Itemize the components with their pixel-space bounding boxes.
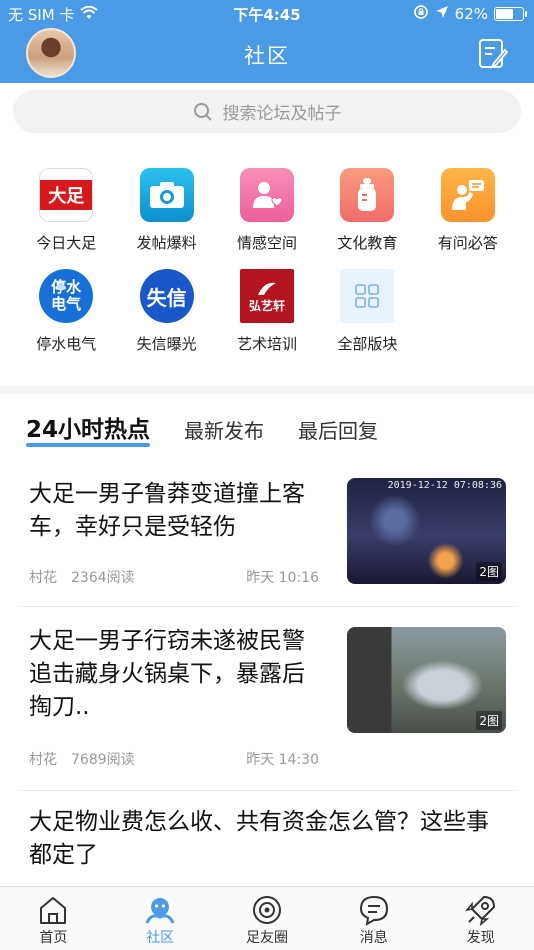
utility-outage-text: 停水 电气 (51, 278, 82, 313)
category-item[interactable]: 大足 今日大足 (16, 168, 116, 253)
nav-home[interactable]: 首页 (0, 887, 107, 950)
thumbnail-timestamp: 2019-12-12 07:08:36 (387, 480, 502, 491)
category-item[interactable]: 弘艺轩 艺术培训 (217, 269, 317, 354)
category-item[interactable]: 有问必答 (418, 168, 518, 253)
nav-messages[interactable]: 消息 (320, 887, 427, 950)
dishonesty-icon: 失信 (139, 269, 194, 323)
category-item[interactable]: 失信 失信曝光 (116, 269, 216, 354)
nav-friends-circle[interactable]: 足友圈 (214, 887, 321, 950)
rocket-icon (464, 896, 495, 927)
category-label: 文化教育 (337, 234, 398, 252)
nav-discover[interactable]: 发现 (427, 887, 534, 950)
nav-label: 社区 (146, 930, 175, 946)
status-bar: 无 SIM 卡 下午4:45 62% (0, 0, 534, 28)
nav-label: 足友圈 (245, 930, 288, 946)
image-count-badge: 2图 (476, 711, 502, 730)
message-icon (359, 895, 388, 926)
baby-bottle-icon (340, 168, 395, 222)
dishonesty-text: 失信 (146, 285, 187, 310)
person-heart-icon (239, 168, 294, 222)
home-icon (40, 897, 67, 924)
category-label: 情感空间 (236, 234, 297, 252)
nav-label: 首页 (39, 930, 68, 946)
category-item[interactable]: 全部版块 (317, 269, 417, 354)
category-grid: 大足 今日大足 发帖爆料 情感空间 文化教育 有问必答 停水 电气 停水电气 失… (16, 168, 518, 354)
battery-percent: 62% (454, 5, 488, 23)
category-item[interactable]: 情感空间 (217, 168, 317, 253)
utility-outage-icon: 停水 电气 (39, 269, 94, 323)
grid-icon (340, 269, 395, 323)
post-thumbnail: 2图 (347, 627, 506, 733)
search-placeholder: 搜索论坛及帖子 (222, 104, 342, 124)
rotation-lock-icon (413, 4, 429, 24)
wifi-icon (80, 5, 99, 24)
nav-community[interactable]: 社区 (107, 887, 214, 950)
post-author: 村花 (29, 570, 57, 586)
post-views: 2364阅读 (71, 570, 135, 586)
category-label: 发帖爆料 (136, 234, 197, 252)
category-item[interactable]: 发帖爆料 (116, 168, 216, 253)
post-title: 大足一男子鲁莽变道撞上客车，幸好只是受轻伤 (29, 481, 305, 540)
community-icon (145, 898, 175, 924)
post-author: 村花 (29, 752, 57, 768)
tab-last-reply[interactable]: 最后回复 (298, 415, 378, 444)
friends-circle-icon (252, 896, 281, 924)
battery-icon (494, 7, 527, 21)
category-label: 全部版块 (337, 335, 398, 353)
post-views: 7689阅读 (71, 752, 135, 768)
category-item[interactable]: 停水 电气 停水电气 (16, 269, 116, 354)
carrier-label: 无 SIM 卡 (8, 6, 75, 24)
image-count-badge: 2图 (476, 562, 502, 581)
post-separator (20, 790, 516, 791)
bottom-nav: 首页 社区 足友圈 消息 发现 (0, 886, 534, 950)
post-title: 大足物业费怎么收、共有资金怎么管？这些事都定了 (29, 809, 489, 868)
section-divider (0, 386, 534, 394)
nav-label: 消息 (359, 930, 388, 946)
category-item[interactable]: 文化教育 (317, 168, 417, 253)
camera-icon (139, 168, 194, 222)
search-bar[interactable]: 搜索论坛及帖子 (13, 90, 521, 133)
location-arrow-icon (435, 5, 449, 23)
top-bar: 无 SIM 卡 下午4:45 62% 社区 (0, 0, 534, 83)
post-thumbnail: 2019-12-12 07:08:36 2图 (347, 478, 506, 584)
category-label: 艺术培训 (236, 335, 297, 353)
category-label: 今日大足 (36, 234, 97, 252)
post-time: 昨天 10:16 (246, 570, 319, 586)
tab-latest[interactable]: 最新发布 (184, 415, 264, 444)
battery-level (496, 9, 514, 19)
dazu-logo-icon: 大足 (39, 168, 94, 222)
page-title: 社区 (244, 44, 290, 68)
nav-label: 发现 (466, 930, 495, 946)
post-time: 昨天 14:30 (246, 752, 319, 768)
post-separator (20, 606, 516, 607)
dazu-logo-text: 大足 (40, 180, 93, 210)
compose-icon (479, 39, 509, 70)
feed-tabs: 24小时热点 最新发布 最后回复 (26, 410, 378, 447)
category-label: 停水电气 (36, 335, 97, 353)
category-label: 失信曝光 (136, 335, 197, 353)
compose-post-button[interactable] (478, 38, 509, 70)
search-icon (193, 102, 212, 121)
category-label: 有问必答 (437, 234, 498, 252)
question-person-icon (440, 168, 495, 222)
tab-24h-hot[interactable]: 24小时热点 (26, 410, 151, 447)
post-title: 大足一男子行窃未遂被民警追击藏身火锅桌下，暴露后掏刀.. (29, 628, 305, 720)
art-school-logo-icon: 弘艺轩 (239, 269, 294, 323)
art-school-logo-text: 弘艺轩 (248, 298, 285, 313)
